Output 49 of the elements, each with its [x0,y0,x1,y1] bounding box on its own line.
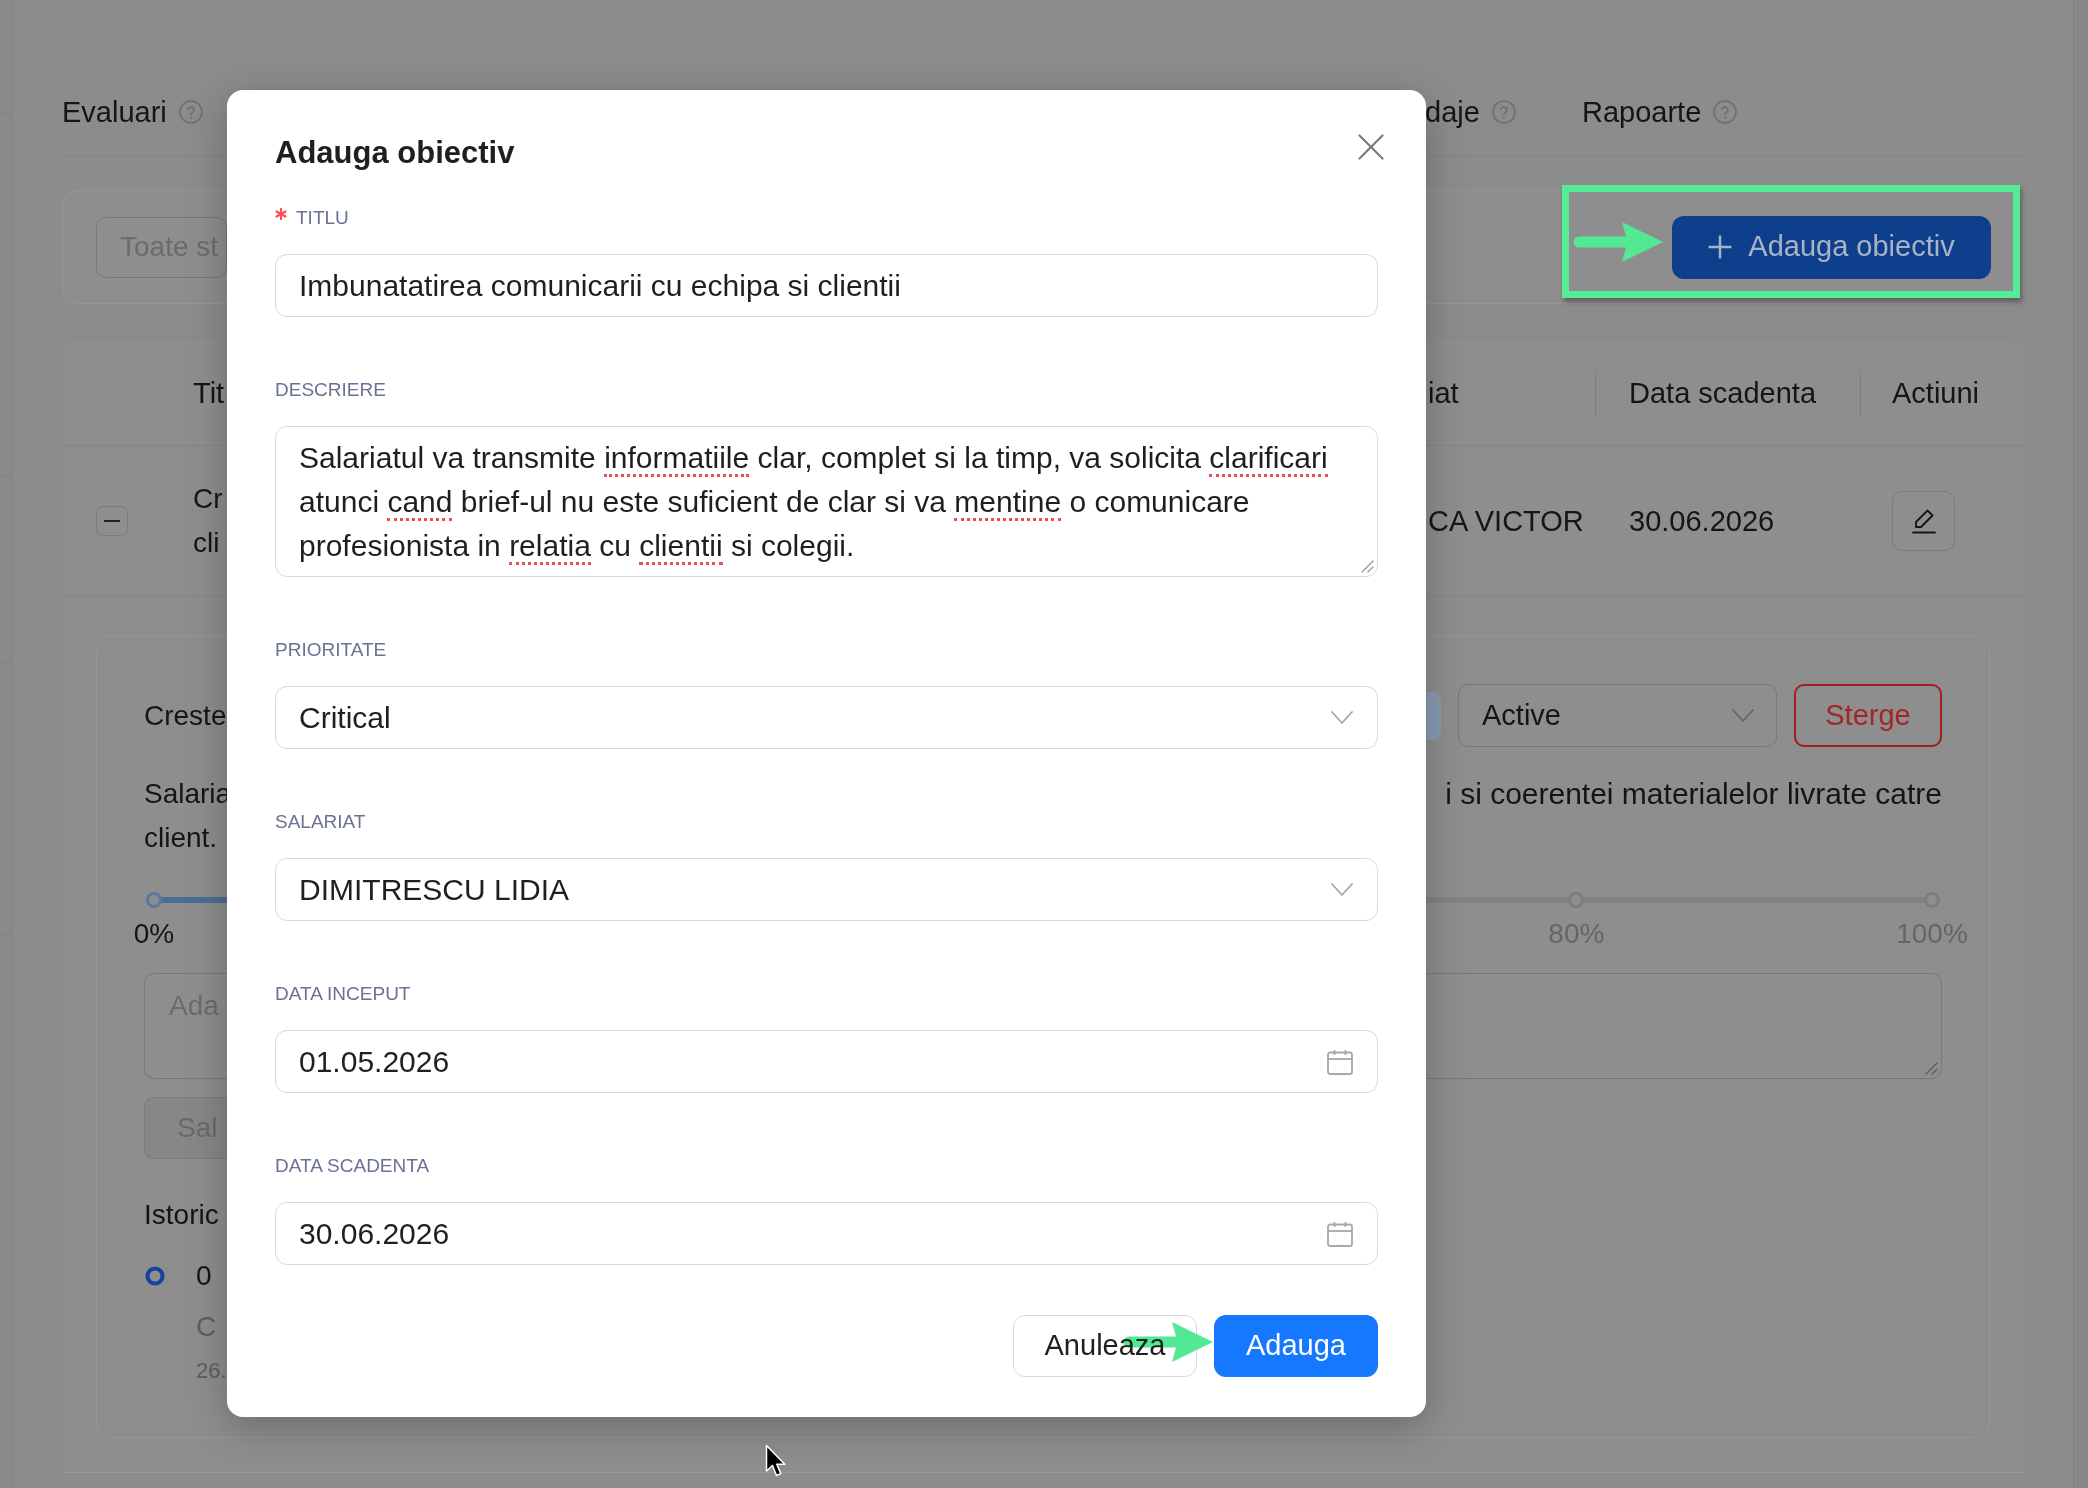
tab[interactable]: Rapoarte [1582,94,1738,130]
resize-handle-icon[interactable] [1361,560,1374,573]
help-icon [1713,100,1738,124]
cancel-button[interactable]: Anuleaza [1013,1315,1197,1377]
submit-button[interactable]: Adauga [1214,1315,1378,1377]
timeline-dot-icon [145,1266,165,1286]
calendar-icon [1327,1220,1353,1247]
description-text: client. [144,822,218,853]
description-text: i si coerentei materialelor livrate catre [1445,776,1942,812]
chevron-down-icon [1331,711,1353,724]
modal-title: Adauga obiectiv [275,134,515,172]
add-objective-button[interactable]: Adauga obiectiv [1672,215,1991,279]
table-cell: CA VICTOR [1428,505,1584,537]
mouse-pointer-icon [765,1444,787,1478]
edit-button[interactable] [1892,491,1955,551]
field-label: TITLU [296,206,349,230]
field-label: SALARIAT [275,810,366,834]
field-label: PRIORITATE [275,638,387,662]
close-icon [1358,134,1384,160]
collapse-button[interactable] [95,506,128,536]
history-title: Istoric [144,1198,219,1232]
field-label: DESCRIERE [275,378,386,402]
plus-icon [1708,235,1733,259]
help-icon [178,100,203,124]
description-field[interactable]: Salariatul va transmite informatiile clar, complet si la timp, va solicita clarificari atunci cand brief-ul nu este suficient de clar si va mentine o comunicare profesionista in relatia cu clientii si colegii. [275,426,1378,577]
minus-icon [103,520,120,522]
column-header: iat [1428,375,1459,411]
table-cell: 30.06.2026 [1629,505,1775,537]
arrow-icon [1572,220,1664,264]
status-select[interactable]: Active [1458,684,1777,747]
column-header: Actiuni [1892,375,1980,411]
tab[interactable]: Evaluari [62,94,203,130]
tab[interactable]: daje [1425,94,1516,130]
column-header: Tit [193,375,225,411]
history-value: 0 [196,1259,212,1293]
text-input[interactable]: Imbunatatirea comunicarii cu echipa si clientii [275,254,1378,317]
field-label: DATA SCADENTA [275,1154,430,1178]
column-header: Data scadenta [1629,375,1816,411]
close-button[interactable] [1358,134,1384,160]
select-field[interactable]: Critical [275,686,1378,749]
help-icon [1491,100,1516,124]
select-field[interactable]: DIMITRESCU LIDIA [275,858,1378,921]
date-field[interactable]: 30.06.2026 [275,1202,1378,1265]
table-cell-text: Cr cli [193,482,223,560]
objective-title: Creste [144,698,227,733]
chevron-down-icon [1732,709,1754,722]
slider-mark-label: 0% [133,919,175,949]
pencil-icon [1910,508,1937,534]
chevron-down-icon [1331,883,1353,896]
